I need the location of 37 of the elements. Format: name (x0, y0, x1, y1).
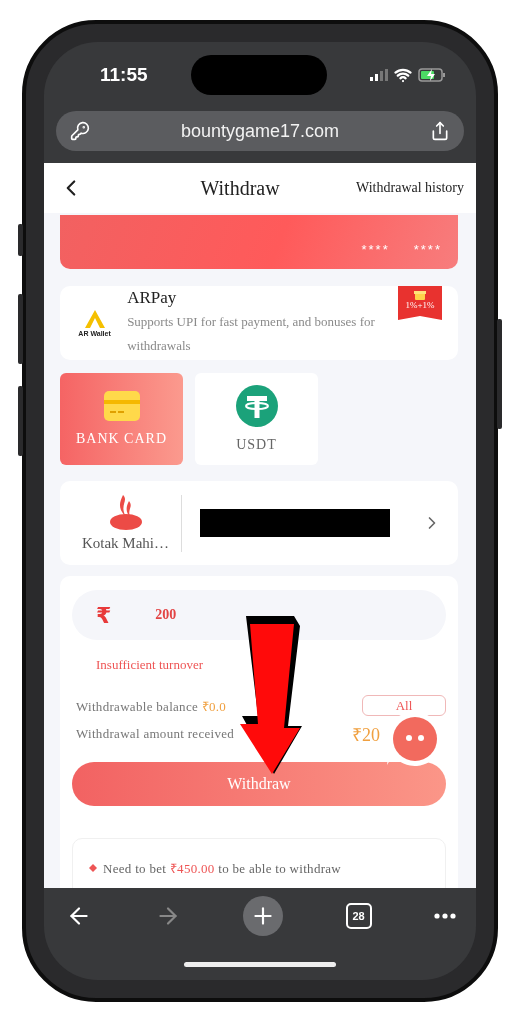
card-icon (103, 391, 140, 421)
page-title: Withdraw (199, 176, 281, 200)
gift-icon (414, 289, 426, 300)
amount-value: 200 (155, 607, 177, 623)
new-tab-button[interactable] (243, 896, 283, 936)
flame-logo-icon (108, 494, 143, 531)
badge-text: 1%+1% (405, 300, 435, 310)
diamond-bullet-icon (89, 864, 97, 872)
withdrawal-history-link[interactable]: Withdrawal history (356, 180, 464, 196)
balance-text: Withdrawable balance ₹0.0 (76, 697, 227, 715)
masked-card-number: **** (413, 242, 442, 257)
currency-symbol: ₹ (96, 602, 112, 628)
url-text: bountygame17.com (180, 120, 340, 142)
method-tab[interactable]: USDT (195, 373, 318, 465)
tether-icon (235, 385, 278, 427)
bank-account-row[interactable]: Kotak Mahi… (60, 481, 458, 565)
note-text: Need to bet ₹450.00 to be able to withdraw (89, 859, 429, 877)
tab-count-button[interactable]: 28 (345, 903, 372, 929)
wallet-logo-icon (84, 309, 105, 328)
wifi-icon (394, 66, 412, 84)
bank-name: Kotak Mahi… (81, 534, 170, 552)
more-button[interactable] (434, 913, 456, 919)
address-bar[interactable]: bountygame17.com (56, 111, 464, 151)
key-icon (70, 121, 90, 141)
signal-icon (370, 69, 388, 81)
error-message: Insufficient turnover (96, 657, 204, 673)
amount-field[interactable]: ₹ 200 (72, 590, 446, 640)
masked-card-number: **** (361, 242, 390, 257)
status-time: 11:55 (100, 64, 148, 86)
more-icon (434, 913, 456, 919)
share-icon[interactable] (430, 121, 450, 141)
all-button[interactable]: All (362, 695, 446, 716)
channel-name: ARPay (127, 288, 177, 308)
received-label: Withdrawal amount received (76, 726, 235, 742)
battery-charging-icon (418, 68, 446, 82)
received-amount: ₹20 (352, 724, 380, 746)
channel-description: Supports UPI for fast payment, and bonuses for withdrawals (127, 313, 376, 355)
